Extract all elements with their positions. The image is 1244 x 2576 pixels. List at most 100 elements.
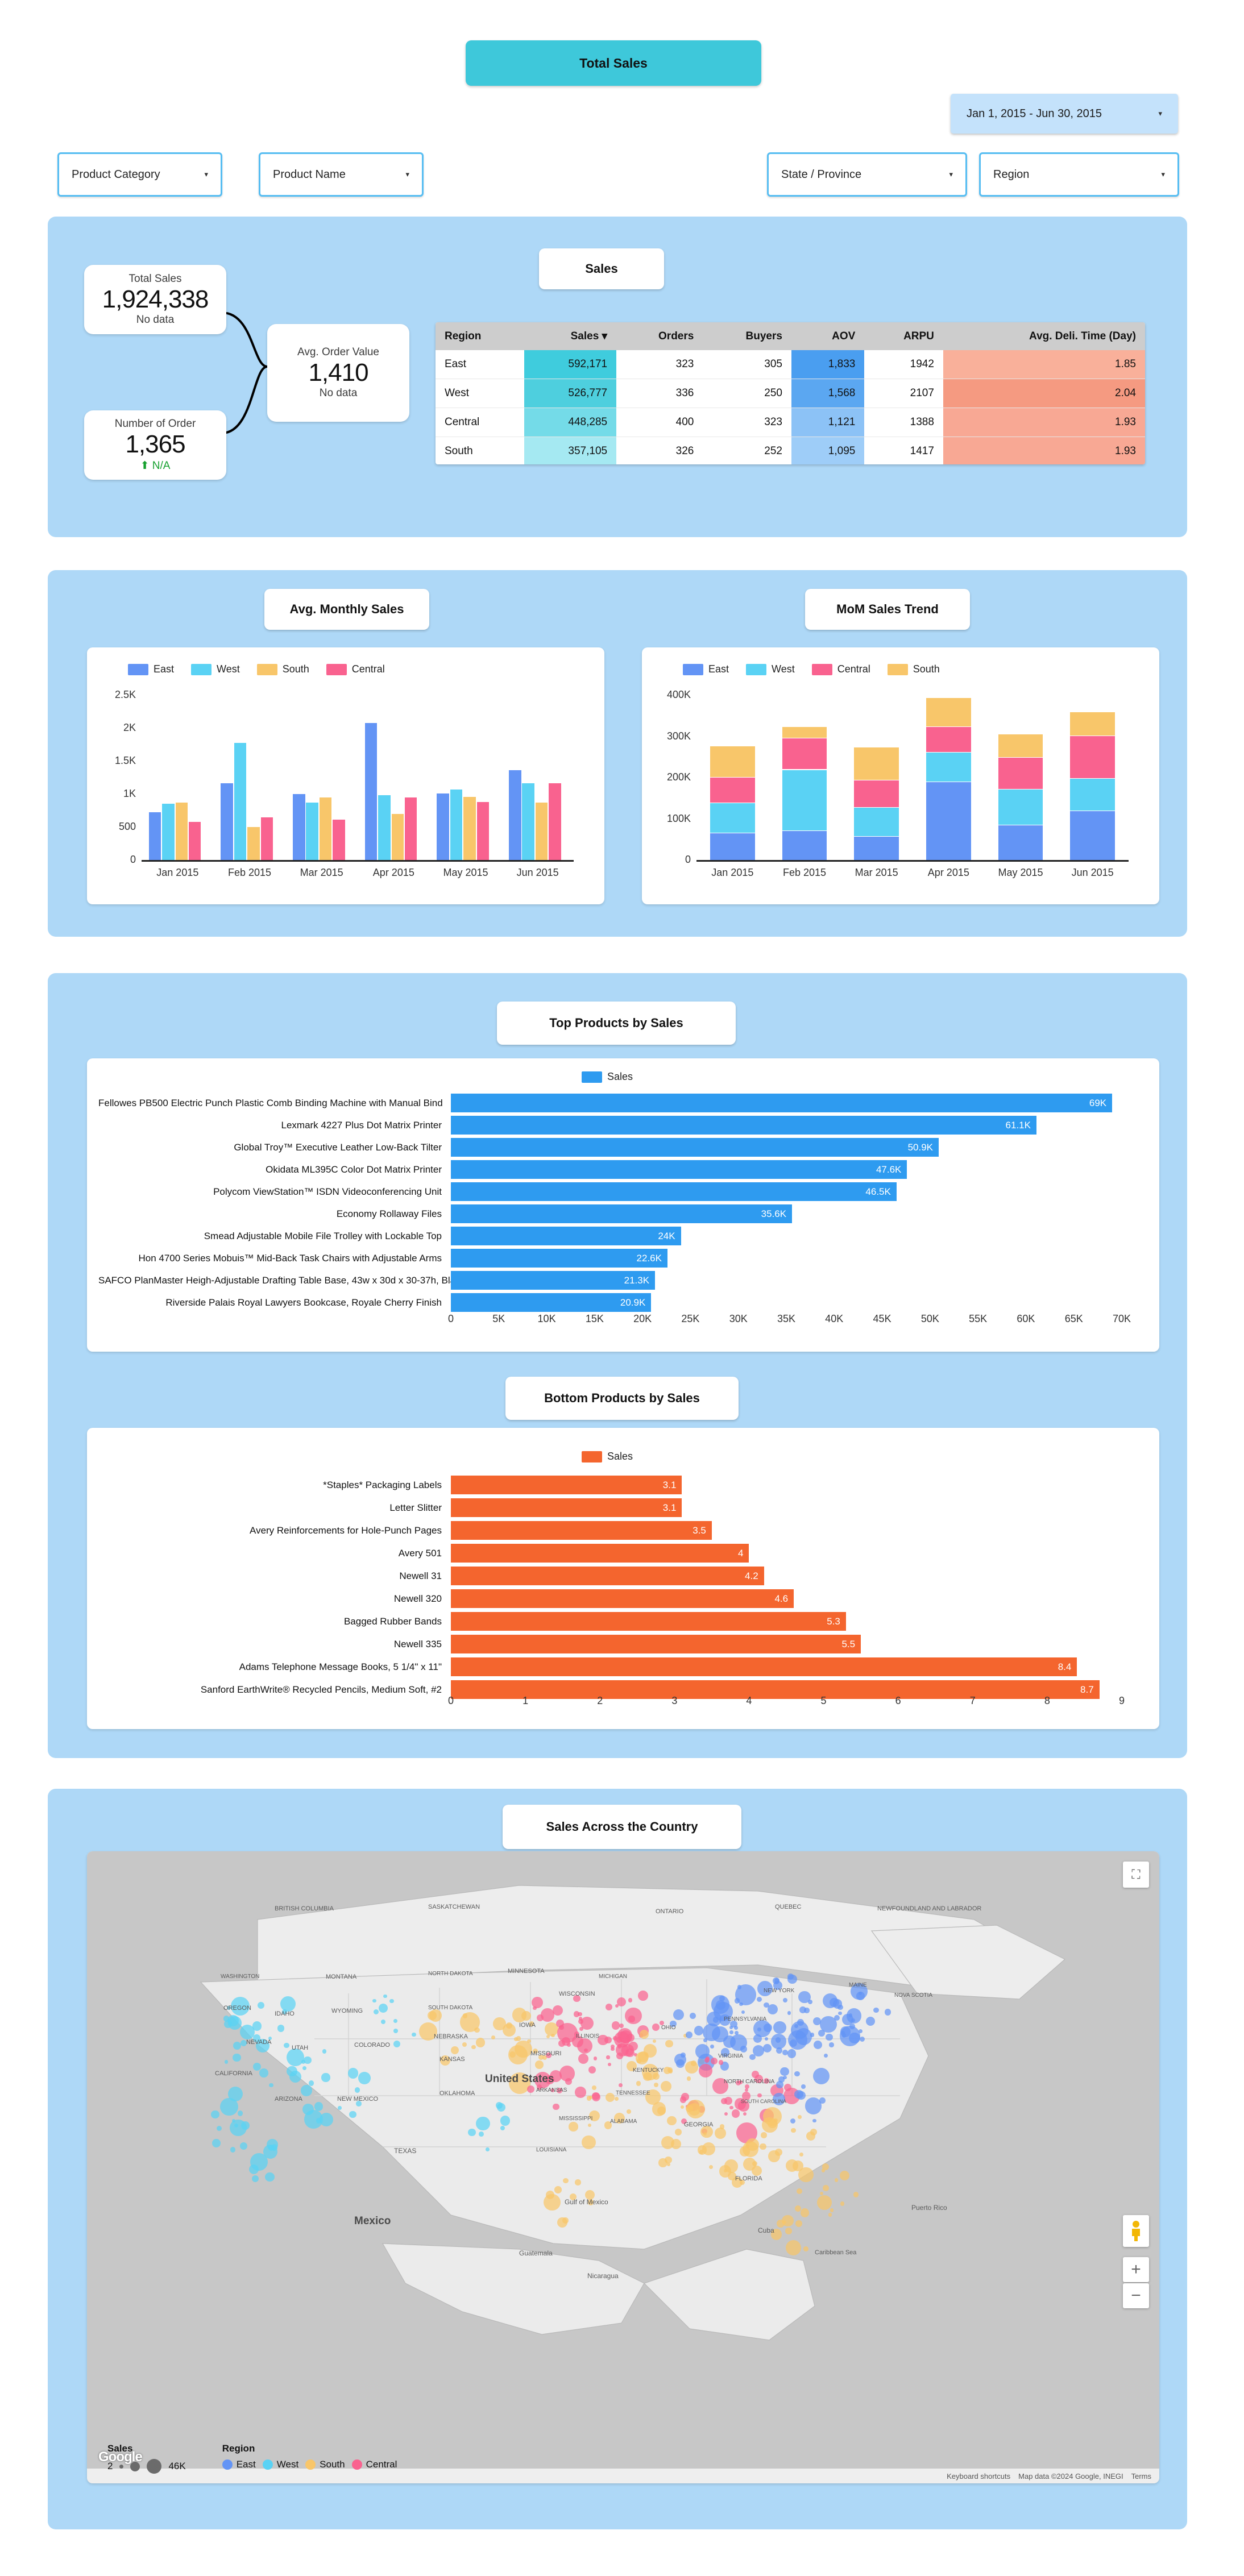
map-bubble[interactable] [577, 2038, 592, 2054]
map-bubble[interactable] [714, 2127, 726, 2139]
bar-west[interactable] [450, 789, 463, 860]
bar[interactable]: 22.6K [451, 1249, 667, 1268]
stack-segment-east[interactable] [1070, 811, 1115, 860]
map-canvas[interactable]: BRITISH COLUMBIA SASKATCHEWAN ONTARIO QUEBE… [87, 1851, 1159, 2483]
map-bubble[interactable] [694, 2025, 704, 2035]
map-bubble[interactable] [252, 2175, 259, 2182]
bar-central[interactable] [404, 797, 417, 860]
map-bubble[interactable] [569, 2122, 578, 2132]
map-legend-item-central[interactable]: Central [351, 2459, 397, 2470]
bar[interactable]: 5.3 [451, 1612, 846, 1631]
sales-map[interactable]: BRITISH COLUMBIA SASKATCHEWAN ONTARIO QUEBE… [87, 1851, 1159, 2483]
map-bubble[interactable] [468, 2128, 476, 2137]
legend-item-west[interactable]: West [746, 663, 795, 675]
map-bubble[interactable] [734, 2025, 739, 2030]
stack-segment-south[interactable] [710, 746, 755, 778]
stack-segment-central[interactable] [710, 777, 755, 803]
map-bubble[interactable] [268, 2145, 274, 2151]
bar[interactable]: 20.9K [451, 1293, 652, 1312]
map-bubble[interactable] [239, 2024, 255, 2039]
bar[interactable]: 3.1 [451, 1476, 682, 1494]
map-bubble[interactable] [783, 2075, 787, 2079]
bar[interactable]: 4.2 [451, 1567, 764, 1585]
map-bubble[interactable] [582, 2135, 596, 2150]
map-bubble[interactable] [462, 2042, 467, 2047]
map-bubble[interactable] [535, 2060, 544, 2069]
map-bubble[interactable] [237, 2110, 243, 2116]
map-bubble[interactable] [730, 2034, 747, 2051]
legend-item-south[interactable]: South [256, 663, 309, 675]
bar-south[interactable] [535, 803, 548, 860]
map-bubble[interactable] [541, 2008, 555, 2022]
bar[interactable]: 5.5 [451, 1635, 861, 1653]
map-bubble[interactable] [349, 2110, 356, 2118]
map-bubble[interactable] [626, 2109, 631, 2114]
map-bubble[interactable] [591, 2093, 600, 2102]
map-bubble[interactable] [373, 2009, 379, 2014]
map-bubble[interactable] [826, 2033, 833, 2041]
map-bubble[interactable] [562, 2037, 570, 2046]
legend-item-east[interactable]: East [128, 663, 174, 675]
map-bubble[interactable] [840, 2026, 851, 2037]
map-bubble[interactable] [785, 2228, 792, 2234]
stack-segment-west[interactable] [854, 807, 899, 836]
map-bubble[interactable] [619, 2083, 623, 2087]
map-bubble[interactable] [471, 2045, 476, 2050]
map-bubble[interactable] [849, 2024, 855, 2029]
map-bubble[interactable] [813, 2041, 822, 2050]
map-bubble[interactable] [389, 1999, 394, 2003]
map-bubble[interactable] [587, 2096, 592, 2101]
map-bubble[interactable] [796, 2188, 802, 2195]
bar[interactable]: 3.1 [451, 1498, 682, 1517]
bar[interactable]: 24K [451, 1227, 681, 1245]
map-bubble[interactable] [280, 1996, 296, 2012]
map-bubble[interactable] [807, 2000, 812, 2005]
stack-segment-south[interactable] [926, 697, 971, 727]
map-bubble[interactable] [628, 2016, 635, 2022]
map-bubble[interactable] [663, 2067, 671, 2075]
stack-segment-west[interactable] [1070, 778, 1115, 811]
map-bubble[interactable] [475, 2038, 486, 2047]
map-bubble[interactable] [508, 2045, 528, 2064]
bar-south[interactable] [463, 796, 476, 860]
bar[interactable]: 3.5 [451, 1521, 712, 1540]
map-bubble[interactable] [575, 2179, 581, 2186]
map-bubble[interactable] [427, 2010, 437, 2020]
map-bubble[interactable] [496, 2103, 505, 2112]
map-bubble[interactable] [679, 2096, 687, 2103]
map-bubble[interactable] [719, 1995, 725, 2001]
map-bubble[interactable] [829, 2042, 834, 2047]
map-bubble[interactable] [764, 2024, 772, 2032]
map-bubble[interactable] [681, 2105, 685, 2109]
map-bubble[interactable] [834, 2014, 840, 2021]
map-bubble[interactable] [796, 2091, 806, 2100]
map-bubble[interactable] [773, 2021, 786, 2034]
bar-central[interactable] [549, 783, 561, 860]
map-bubble[interactable] [527, 2039, 531, 2043]
bar-south[interactable] [247, 827, 260, 860]
zoom-out-button[interactable]: − [1123, 2283, 1149, 2308]
map-bubble[interactable] [239, 2142, 247, 2150]
map-bubble[interactable] [719, 2165, 732, 2178]
bar-west[interactable] [306, 803, 318, 860]
map-bubble[interactable] [823, 2185, 829, 2191]
map-bubble[interactable] [493, 2017, 506, 2030]
stack-segment-east[interactable] [998, 825, 1043, 860]
map-bubble[interactable] [676, 2059, 685, 2068]
map-bubble[interactable] [757, 2093, 762, 2098]
map-bubble[interactable] [393, 2019, 397, 2023]
map-bubble[interactable] [719, 2060, 724, 2065]
map-bubble[interactable] [665, 2156, 672, 2164]
map-bubble[interactable] [224, 2059, 229, 2064]
map-bubble[interactable] [834, 2178, 839, 2182]
bar-west[interactable] [162, 804, 175, 860]
map-bubble[interactable] [628, 2041, 638, 2051]
map-bubble[interactable] [776, 2081, 783, 2088]
map-bubble[interactable] [653, 2072, 660, 2080]
bar[interactable]: 21.3K [451, 1271, 656, 1290]
stack-segment-east[interactable] [782, 830, 827, 860]
legend-item-east[interactable]: East [683, 663, 729, 675]
map-bubble[interactable] [787, 2011, 791, 2015]
map-bubble[interactable] [667, 2116, 677, 2125]
map-bubble[interactable] [553, 2103, 559, 2110]
